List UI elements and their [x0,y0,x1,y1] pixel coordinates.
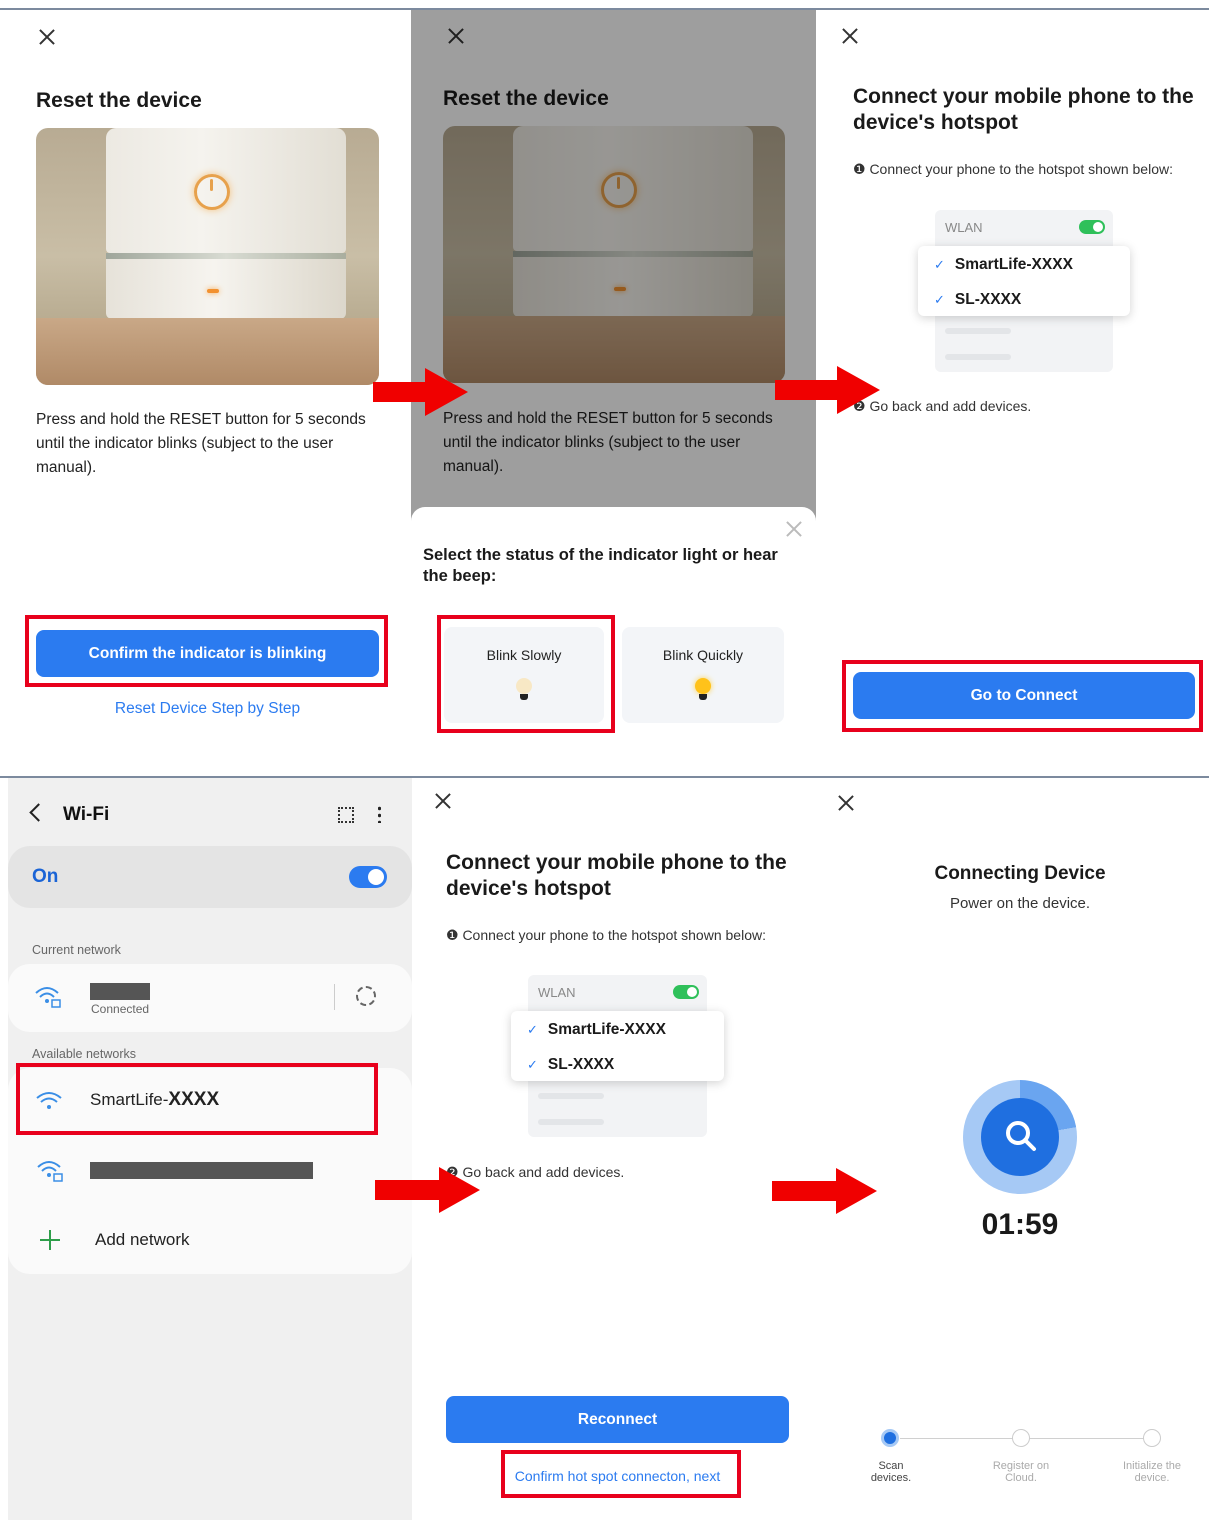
page-title: Reset the device [36,89,202,112]
reset-step-by-step-link[interactable]: Reset Device Step by Step [36,700,379,718]
step-scan-active-icon [881,1429,899,1447]
confirm-blinking-button[interactable]: Confirm the indicator is blinking [36,630,379,677]
wlan-toggle-icon [673,985,699,999]
network-item: ✓ SL-XXXX [934,291,1022,308]
network-list-popup: ✓ SmartLife-XXXX ✓ SL-XXXX [918,246,1130,316]
arrow-right-icon [772,1168,877,1214]
back-chevron-icon[interactable] [29,803,48,822]
wifi-on-label: On [32,866,59,887]
network-item: ✓ SmartLife-XXXX [934,256,1073,273]
current-network-label: Current network [32,943,121,957]
arrow-right-icon [375,1167,480,1213]
redacted-network-name [90,983,150,1000]
available-networks-card: SmartLife-XXXX Add network [8,1068,412,1274]
step-label-scan: Scan devices. [870,1460,912,1484]
wifi-icon [36,1092,62,1109]
screen-select-indicator: Reset the device Press and hold the RESE… [411,10,816,774]
step-one-text: ❶ Connect your phone to the hotspot show… [853,161,1173,177]
more-options-icon[interactable] [378,805,381,823]
wifi-locked-icon [37,1161,63,1182]
wifi-header: Wi-Fi [63,804,110,825]
step-one-text: ❶ Connect your phone to the hotspot show… [446,927,766,943]
arrow-right-icon [775,366,880,414]
confirm-hotspot-next-link[interactable]: Confirm hot spot connecton, next [446,1468,789,1484]
page-title: Connect your mobile phone to the device'… [853,85,1194,134]
qr-scan-icon[interactable] [338,807,354,823]
search-icon [1006,1121,1036,1151]
blink-quickly-option[interactable]: Blink Quickly [622,627,784,723]
network-row-smartlife[interactable]: SmartLife-XXXX [8,1068,412,1130]
go-to-connect-button[interactable]: Go to Connect [853,672,1195,719]
blink-slowly-option[interactable]: Blink Slowly [444,627,604,723]
wifi-on-card: On [8,846,412,908]
page-title: Connect your mobile phone to the device'… [446,851,787,900]
bulb-lit-icon [695,678,711,694]
screen-reset-device: Reset the device Press and hold the RESE… [0,10,411,774]
close-icon[interactable] [841,27,859,45]
indicator-status-sheet: Select the status of the indicator light… [411,507,816,774]
indicator-led [207,289,219,293]
page-title: Connecting Device [934,863,1106,884]
screen-hotspot-confirm: Connect your mobile phone to the device'… [412,778,815,1520]
device-photo [36,128,379,385]
gear-icon[interactable] [356,986,376,1006]
smartlife-network-name: SmartLife-XXXX [90,1089,220,1110]
step-initialize-icon [1143,1429,1161,1447]
screen-wifi-settings: Wi-Fi On Current network Connected Avail… [8,778,412,1520]
close-icon[interactable] [434,792,452,810]
option-label: Blink Slowly [486,647,562,663]
bulb-dim-icon [516,678,532,694]
connected-status: Connected [91,1002,150,1016]
plus-icon [40,1230,60,1250]
arrow-right-icon [373,368,468,416]
network-item: ✓ SmartLife-XXXX [527,1021,666,1038]
step-label-register: Register on Cloud. [992,1460,1050,1484]
add-network-label: Add network [95,1230,190,1249]
reconnect-button[interactable]: Reconnect [446,1396,789,1443]
available-networks-label: Available networks [32,1047,136,1061]
network-item: ✓ SL-XXXX [527,1056,615,1073]
wifi-locked-icon [35,987,61,1008]
step-cloud-icon [1012,1429,1030,1447]
step-label-initialize: Initialize the device. [1122,1460,1182,1484]
close-icon[interactable] [837,794,855,812]
wlan-label: WLAN [538,985,576,1000]
option-label: Blink Quickly [662,647,744,663]
screen-connecting-device: Connecting Device Power on the device. 0… [815,778,1209,1520]
add-network-row[interactable]: Add network [8,1208,412,1268]
network-row-hidden[interactable] [8,1140,412,1200]
close-sheet-icon[interactable] [785,520,803,538]
close-icon[interactable] [38,28,56,46]
redacted-network-name [90,1162,313,1179]
instruction-text: Press and hold the RESET button for 5 se… [36,411,366,476]
search-circle [981,1098,1059,1176]
power-icon [194,174,230,210]
wlan-toggle-icon [1079,220,1105,234]
sheet-title: Select the status of the indicator light… [423,546,778,585]
network-list-popup: ✓ SmartLife-XXXX ✓ SL-XXXX [511,1011,724,1081]
wlan-label: WLAN [945,220,983,235]
wifi-toggle[interactable] [349,866,387,888]
current-network-card: Connected [8,964,412,1032]
page-subtitle: Power on the device. [949,895,1091,912]
